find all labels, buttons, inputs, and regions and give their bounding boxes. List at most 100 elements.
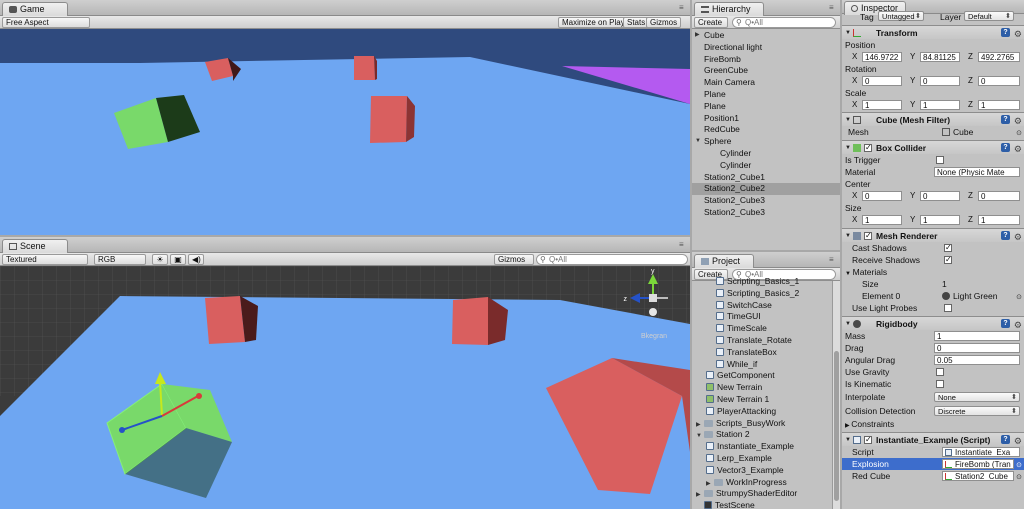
project-item[interactable]: ▶ Scripts_BusyWork	[696, 418, 826, 430]
scene-gizmos-button[interactable]: Gizmos	[494, 254, 534, 265]
mesh-value[interactable]: Cube	[942, 126, 973, 138]
box-collider-header[interactable]: ▼ ✓ Box Collider ? ⚙	[842, 140, 1024, 154]
mesh-filter-header[interactable]: ▼ Cube (Mesh Filter) ? ⚙	[842, 112, 1024, 126]
project-item[interactable]: SwitchCase	[696, 300, 826, 312]
hierarchy-item[interactable]: Position1	[692, 113, 840, 125]
scene-panel-menu-icon[interactable]: ≡	[679, 241, 687, 249]
collapse-arrow-icon[interactable]: ▼	[845, 317, 851, 331]
light-probes-checkbox[interactable]	[944, 304, 952, 312]
expand-arrow-icon[interactable]: ▶	[695, 30, 700, 42]
size-y-field[interactable]: 1	[920, 215, 960, 225]
scale-z-field[interactable]: 1	[978, 100, 1020, 110]
tab-scene[interactable]: Scene	[2, 239, 68, 253]
rotation-x-field[interactable]: 0	[862, 76, 902, 86]
hierarchy-item[interactable]: Main Camera	[692, 77, 840, 89]
tag-dropdown[interactable]: Untagged	[878, 11, 924, 21]
project-item[interactable]: Vector3_Example	[696, 465, 826, 477]
project-item[interactable]: Instantiate_Example	[696, 441, 826, 453]
help-icon[interactable]: ?	[1001, 28, 1010, 37]
hierarchy-item[interactable]: Cylinder	[692, 160, 840, 172]
position-x-field[interactable]: 146.9722	[862, 52, 902, 62]
constraints-foldout[interactable]: ▶ Constraints	[845, 418, 894, 432]
project-item[interactable]: PlayerAttacking	[696, 406, 826, 418]
scene-image-effects-button[interactable]: ▣	[170, 254, 186, 265]
help-icon[interactable]: ?	[1001, 319, 1010, 328]
size-x-field[interactable]: 1	[862, 215, 902, 225]
collapse-arrow-icon[interactable]: ▼	[695, 136, 701, 148]
collapse-arrow-icon[interactable]: ▼	[845, 229, 851, 243]
project-item[interactable]: ▶ WorkInProgress	[696, 477, 826, 489]
collision-detection-dropdown[interactable]: Discrete	[934, 406, 1020, 416]
gizmos-button[interactable]: Gizmos	[646, 17, 682, 28]
hierarchy-item[interactable]: ▶ Cube	[692, 30, 840, 42]
object-picker-icon[interactable]: ⊙	[1016, 128, 1022, 140]
maximize-on-play-button[interactable]: Maximize on Play	[558, 17, 629, 28]
project-item[interactable]: New Terrain 1	[696, 394, 826, 406]
receive-shadows-checkbox[interactable]: ✓	[944, 256, 952, 264]
hierarchy-item[interactable]: ▼ Sphere	[692, 136, 840, 148]
hierarchy-search-input[interactable]: Q•All	[732, 17, 836, 28]
is-trigger-checkbox[interactable]	[936, 156, 944, 164]
aspect-dropdown[interactable]: Free Aspect	[2, 17, 90, 28]
script-enabled-checkbox[interactable]: ✓	[864, 436, 872, 444]
angular-drag-field[interactable]: 0.05	[934, 355, 1020, 365]
help-icon[interactable]: ?	[1001, 435, 1010, 444]
collapse-arrow-icon[interactable]: ▼	[845, 271, 853, 277]
color-mode-dropdown[interactable]: RGB	[94, 254, 146, 265]
mesh-renderer-enabled-checkbox[interactable]: ✓	[864, 232, 872, 240]
hierarchy-item[interactable]: GreenCube	[692, 65, 840, 77]
rotation-y-field[interactable]: 0	[920, 76, 960, 86]
transform-header[interactable]: ▼ Transform ? ⚙	[842, 25, 1024, 39]
project-scrollbar[interactable]	[832, 281, 840, 509]
hierarchy-item[interactable]: Plane	[692, 89, 840, 101]
scene-lighting-button[interactable]: ☀	[152, 254, 168, 265]
mass-field[interactable]: 1	[934, 331, 1020, 341]
center-y-field[interactable]: 0	[920, 191, 960, 201]
box-collider-enabled-checkbox[interactable]: ✓	[864, 144, 872, 152]
script-component-header[interactable]: ▼ ✓ Instantiate_Example (Script) ? ⚙	[842, 432, 1024, 446]
hierarchy-item[interactable]: Station2_Cube3	[692, 207, 840, 219]
project-item[interactable]: Scripting_Basics_2	[696, 288, 826, 300]
mesh-renderer-header[interactable]: ▼ ✓ Mesh Renderer ? ⚙	[842, 228, 1024, 242]
project-item[interactable]: New Terrain	[696, 382, 826, 394]
use-gravity-checkbox[interactable]	[936, 368, 944, 376]
help-icon[interactable]: ?	[1001, 231, 1010, 240]
red-cube-field[interactable]: Station2_Cube	[942, 471, 1014, 481]
hierarchy-item[interactable]: RedCube	[692, 124, 840, 136]
project-item[interactable]: ▶ StrumpyShaderEditor	[696, 488, 826, 500]
hierarchy-item[interactable]: Station2_Cube1	[692, 172, 840, 184]
project-item[interactable]: ▼ Station 2	[696, 429, 826, 441]
interpolate-dropdown[interactable]: None	[934, 392, 1020, 402]
project-item[interactable]: TimeScale	[696, 323, 826, 335]
tab-project[interactable]: Project	[694, 254, 754, 268]
project-menu-icon[interactable]: ≡	[829, 256, 837, 264]
project-scrollbar-thumb[interactable]	[834, 351, 839, 501]
project-item[interactable]: TranslateBox	[696, 347, 826, 359]
material-field[interactable]: None (Physic Mate	[934, 167, 1020, 177]
game-panel-menu-icon[interactable]: ≡	[679, 4, 687, 12]
game-viewport[interactable]	[0, 29, 690, 235]
script-field[interactable]: Instantiate_Exa	[942, 447, 1020, 457]
hierarchy-item[interactable]: Plane	[692, 101, 840, 113]
hierarchy-menu-icon[interactable]: ≡	[829, 4, 837, 12]
scene-search-input[interactable]: Q•All	[536, 254, 688, 265]
tab-game[interactable]: Game	[2, 2, 68, 16]
explosion-field[interactable]: FireBomb (Tran	[942, 459, 1014, 469]
help-icon[interactable]: ?	[1001, 143, 1010, 152]
rigidbody-header[interactable]: ▼ Rigidbody ? ⚙	[842, 316, 1024, 330]
position-y-field[interactable]: 84.81125	[920, 52, 960, 62]
position-z-field[interactable]: 492.2765	[978, 52, 1020, 62]
collapse-arrow-icon[interactable]: ▼	[845, 141, 851, 155]
layer-dropdown[interactable]: Default	[964, 11, 1014, 21]
hierarchy-item[interactable]: Cylinder	[692, 148, 840, 160]
scene-viewport[interactable]: z y Bkegran	[0, 266, 690, 509]
hierarchy-item[interactable]: FireBomb	[692, 54, 840, 66]
help-icon[interactable]: ?	[1001, 115, 1010, 124]
center-z-field[interactable]: 0	[978, 191, 1020, 201]
is-kinematic-checkbox[interactable]	[936, 380, 944, 388]
cast-shadows-checkbox[interactable]: ✓	[944, 244, 952, 252]
scale-x-field[interactable]: 1	[862, 100, 902, 110]
hierarchy-item[interactable]: Station2_Cube3	[692, 195, 840, 207]
hierarchy-item[interactable]: Station2_Cube2	[692, 183, 840, 196]
project-item[interactable]: TimeGUI	[696, 311, 826, 323]
